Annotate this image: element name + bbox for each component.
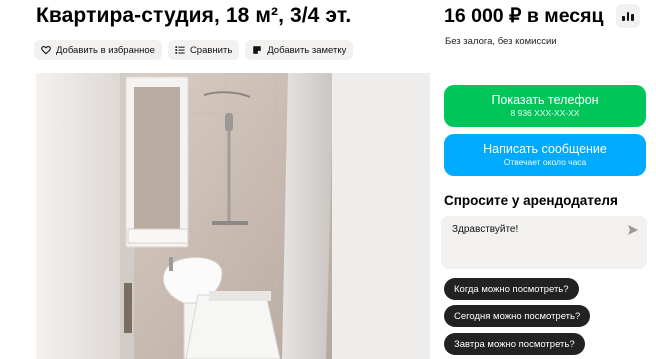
- write-message-label: Написать сообщение: [483, 142, 607, 156]
- question-chip[interactable]: Сегодня можно посмотреть?: [444, 305, 591, 327]
- note-label: Добавить заметку: [267, 44, 347, 56]
- price-row: 16 000 ₽ в месяц: [444, 4, 640, 28]
- listing-actions: Добавить в избранное Сравнить Добавить з…: [34, 40, 354, 60]
- note-icon: [253, 46, 262, 54]
- message-text: Здравствуйте!: [452, 224, 519, 235]
- listing-photo[interactable]: [36, 73, 430, 359]
- response-time: Отвечает около часа: [503, 157, 587, 167]
- ask-landlord-title: Спросите у арендодателя: [444, 193, 618, 208]
- compare-button[interactable]: Сравнить: [167, 40, 240, 60]
- send-icon[interactable]: [627, 224, 639, 236]
- bar-chart-icon-bar: [622, 16, 625, 21]
- bar-chart-icon-bar: [626, 12, 630, 21]
- compare-icon: [175, 46, 185, 54]
- write-message-button[interactable]: Написать сообщение Отвечает около часа: [444, 134, 646, 176]
- favorite-label: Добавить в избранное: [56, 44, 155, 56]
- bar-chart-icon-bar: [631, 14, 634, 21]
- add-note-button[interactable]: Добавить заметку: [245, 40, 354, 60]
- show-phone-label: Показать телефон: [491, 93, 599, 107]
- message-input[interactable]: Здравствуйте!: [441, 216, 647, 269]
- question-chip[interactable]: Когда можно посмотреть?: [444, 278, 579, 300]
- compare-label: Сравнить: [189, 44, 233, 56]
- question-chip[interactable]: Завтра можно посмотреть?: [444, 333, 585, 355]
- page-title: Квартира-студия, 18 м², 3/4 эт.: [36, 4, 352, 27]
- phone-number-masked: 8 936 XXX-XX-XX: [510, 108, 580, 118]
- heart-icon: [41, 46, 51, 55]
- price-note: Без залога, без комиссии: [445, 36, 557, 47]
- add-to-favorites-button[interactable]: Добавить в избранное: [34, 40, 162, 60]
- price: 16 000 ₽ в месяц: [444, 5, 604, 27]
- price-stats-button[interactable]: [616, 4, 640, 28]
- bathroom-photo: [36, 73, 430, 359]
- show-phone-button[interactable]: Показать телефон 8 936 XXX-XX-XX: [444, 85, 646, 127]
